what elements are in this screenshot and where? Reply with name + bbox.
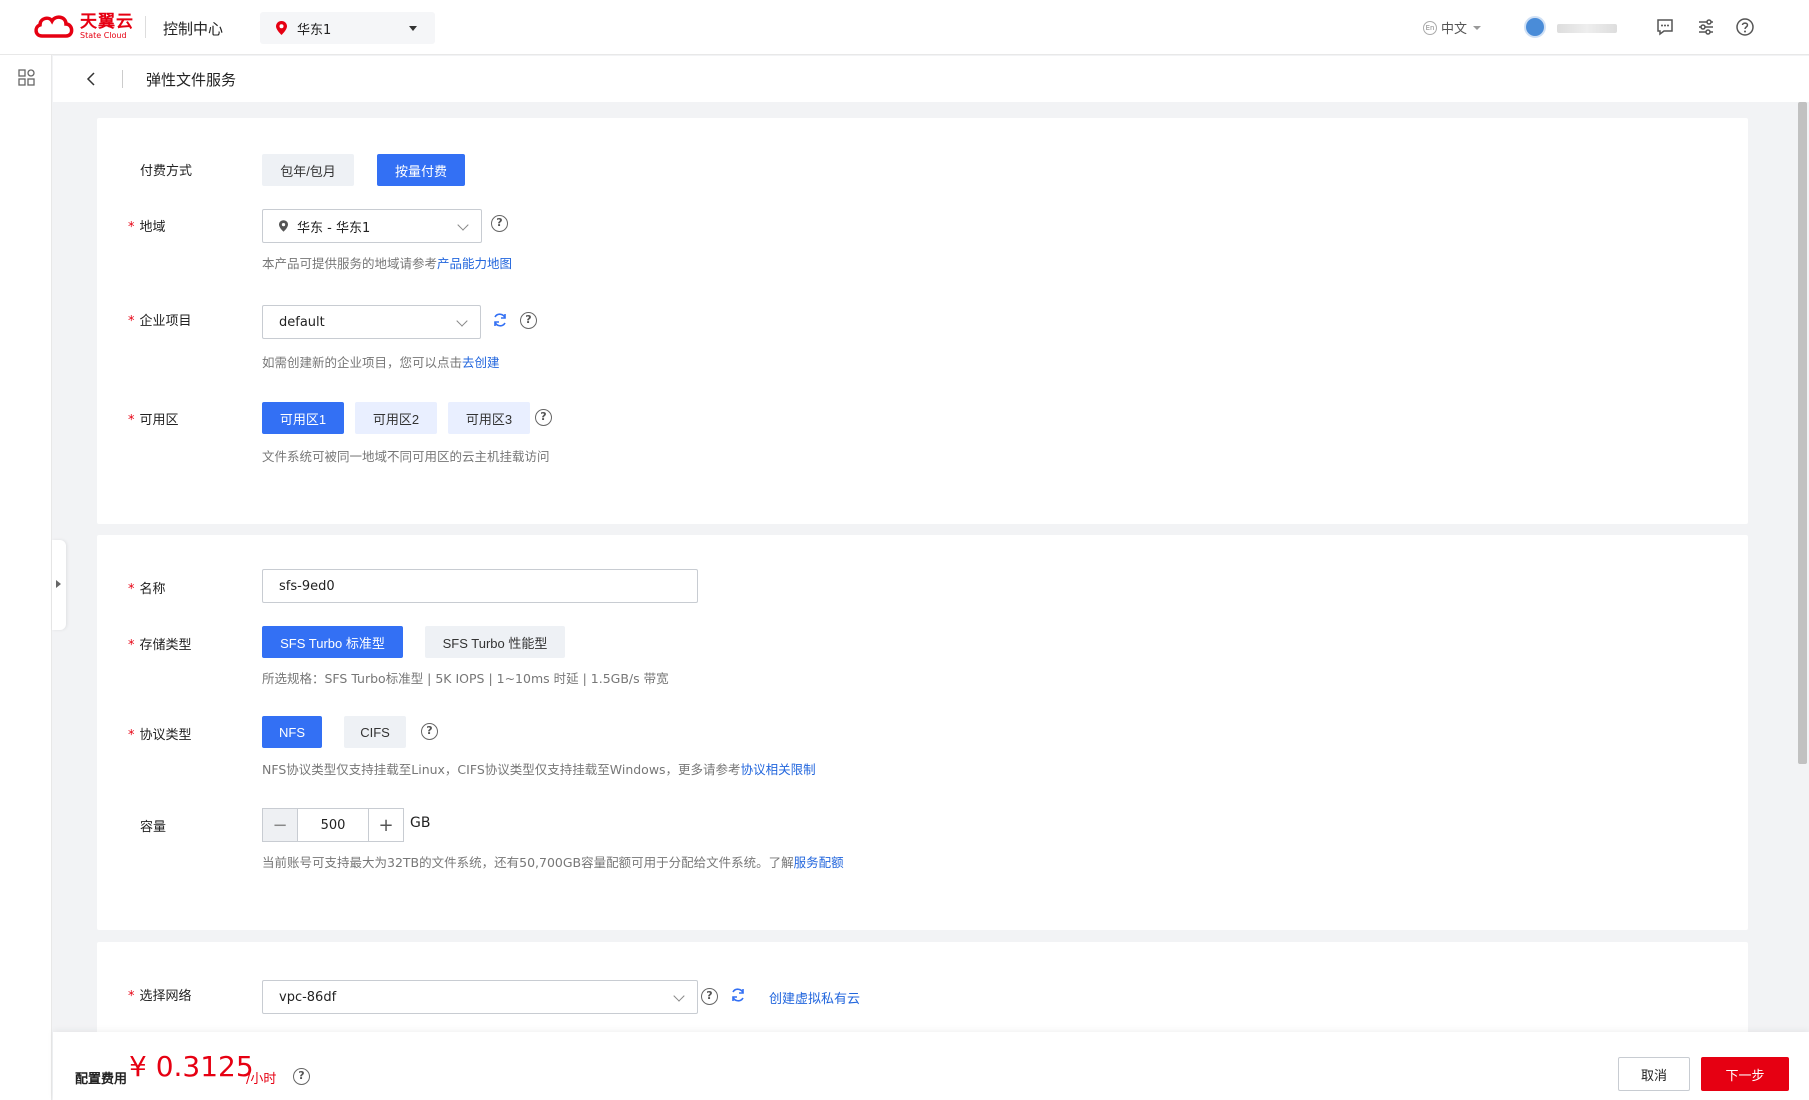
protocol-limits-link[interactable]: 协议相关限制 (741, 762, 816, 777)
billing-option-payg[interactable]: 按量付费 (377, 154, 465, 186)
required-mark: * (128, 728, 135, 743)
storage-option-performance[interactable]: SFS Turbo 性能型 (425, 626, 565, 658)
console-title[interactable]: 控制中心 (163, 18, 223, 39)
avatar[interactable] (1524, 16, 1546, 38)
refresh-icon[interactable] (492, 312, 508, 328)
zone-option-2[interactable]: 可用区2 (355, 402, 437, 434)
region-label: * 地域 (128, 220, 166, 235)
capacity-input[interactable]: 500 (298, 808, 368, 842)
region-selector[interactable]: 华东1 (260, 12, 435, 44)
fee-label: 配置费用 (75, 1072, 128, 1087)
caret-right-icon (56, 580, 61, 588)
left-rail (0, 55, 52, 1100)
fee-help-icon[interactable]: ? (293, 1068, 310, 1085)
footer-bar: 配置费用 ¥ 0.3125 /小时 ? 取消 下一步 (53, 1032, 1809, 1100)
network-help-icon[interactable]: ? (701, 988, 718, 1005)
project-help-icon[interactable]: ? (520, 312, 537, 329)
storage-type-label: * 存储类型 (128, 638, 192, 653)
message-icon[interactable] (1655, 17, 1675, 37)
scrollbar-thumb[interactable] (1798, 102, 1807, 764)
protocol-label: * 协议类型 (128, 728, 192, 743)
fee-amount: ¥ 0.3125 (129, 1050, 254, 1083)
language-switcher[interactable]: En 中文 (1423, 18, 1482, 37)
page-title: 弹性文件服务 (146, 71, 237, 89)
name-input[interactable]: sfs-9ed0 (262, 569, 698, 603)
network-label: * 选择网络 (128, 989, 192, 1004)
capacity-increment-button[interactable]: + (368, 808, 404, 842)
capacity-unit: GB (410, 815, 431, 831)
zone-option-3[interactable]: 可用区3 (448, 402, 530, 434)
project-hint: 如需创建新的企业项目，您可以点击去创建 (262, 355, 500, 370)
capacity-label: 容量 (140, 820, 167, 835)
required-mark: * (128, 413, 135, 428)
required-mark: * (128, 220, 135, 235)
project-label: * 企业项目 (128, 314, 192, 329)
sidebar-expand-toggle[interactable] (52, 540, 66, 630)
zone-label: * 可用区 (128, 413, 179, 428)
back-arrow-icon[interactable] (83, 70, 101, 88)
service-quota-link[interactable]: 服务配额 (794, 855, 844, 870)
protocol-option-nfs[interactable]: NFS (262, 716, 322, 748)
refresh-icon[interactable] (730, 987, 746, 1003)
location-pin-icon (279, 220, 288, 232)
create-vpc-link[interactable]: 创建虚拟私有云 (769, 988, 860, 1007)
required-mark: * (128, 989, 135, 1004)
zone-hint: 文件系统可被同一地域不同可用区的云主机挂载访问 (262, 449, 550, 464)
header-divider (145, 16, 146, 38)
language-icon: En (1423, 20, 1437, 35)
capacity-stepper: − 500 + (262, 808, 404, 842)
storage-option-standard[interactable]: SFS Turbo 标准型 (262, 626, 403, 658)
settings-sliders-icon[interactable] (1696, 17, 1716, 37)
capacity-decrement-button[interactable]: − (262, 808, 298, 842)
services-grid-icon[interactable] (18, 69, 36, 87)
breadcrumb: 弹性文件服务 (53, 56, 1809, 102)
storage-type-hint: 所选规格：SFS Turbo标准型 | 5K IOPS | 1~10ms 时延 … (262, 671, 669, 686)
network-select[interactable]: vpc-86df (262, 980, 698, 1014)
region-select[interactable]: 华东 - 华东1 (262, 209, 482, 243)
chevron-down-icon (456, 315, 468, 327)
region-help-icon[interactable]: ? (491, 215, 508, 232)
zone-option-1[interactable]: 可用区1 (262, 402, 344, 434)
required-mark: * (128, 314, 135, 329)
cloud-logo-icon (34, 15, 74, 38)
chevron-down-icon (673, 990, 685, 1002)
logo[interactable]: 天翼云 State Cloud (32, 12, 134, 42)
region-hint: 本产品可提供服务的地域请参考产品能力地图 (262, 256, 513, 271)
project-select-value: default (279, 314, 325, 330)
next-step-button[interactable]: 下一步 (1701, 1057, 1789, 1091)
zone-help-icon[interactable]: ? (535, 409, 552, 426)
create-project-link[interactable]: 去创建 (462, 355, 500, 370)
protocol-option-cifs[interactable]: CIFS (344, 716, 406, 748)
logo-text-en: State Cloud (80, 31, 127, 40)
breadcrumb-divider (122, 70, 123, 88)
fee-unit: /小时 (246, 1072, 277, 1087)
protocol-hint: NFS协议类型仅支持挂载至Linux，CIFS协议类型仅支持挂载至Windows… (262, 762, 816, 777)
location-pin-icon (276, 21, 287, 35)
capacity-hint: 当前账号可支持最大为32TB的文件系统，还有50,700GB容量配额可用于分配给… (262, 855, 844, 870)
name-label: * 名称 (128, 582, 166, 597)
network-select-value: vpc-86df (279, 989, 337, 1005)
capability-map-link[interactable]: 产品能力地图 (437, 256, 512, 271)
project-select[interactable]: default (262, 305, 481, 339)
required-mark: * (128, 638, 135, 653)
logo-text-cn: 天翼云 (80, 12, 134, 32)
caret-down-icon (1473, 25, 1482, 30)
region-select-value: 华东 - 华东1 (297, 220, 371, 236)
cancel-button[interactable]: 取消 (1618, 1057, 1690, 1091)
billing-option-yearly[interactable]: 包年/包月 (262, 154, 354, 186)
required-mark: * (128, 582, 135, 597)
top-bar: 天翼云 State Cloud 控制中心 华东1 En 中文 (0, 0, 1809, 55)
caret-down-icon (409, 26, 417, 31)
username-blurred[interactable] (1557, 24, 1617, 33)
language-label: 中文 (1441, 22, 1468, 37)
protocol-help-icon[interactable]: ? (421, 723, 438, 740)
help-icon[interactable] (1735, 17, 1755, 37)
region-selector-label: 华东1 (297, 22, 332, 38)
billing-label: 付费方式 (140, 164, 193, 179)
chevron-down-icon (457, 219, 469, 231)
